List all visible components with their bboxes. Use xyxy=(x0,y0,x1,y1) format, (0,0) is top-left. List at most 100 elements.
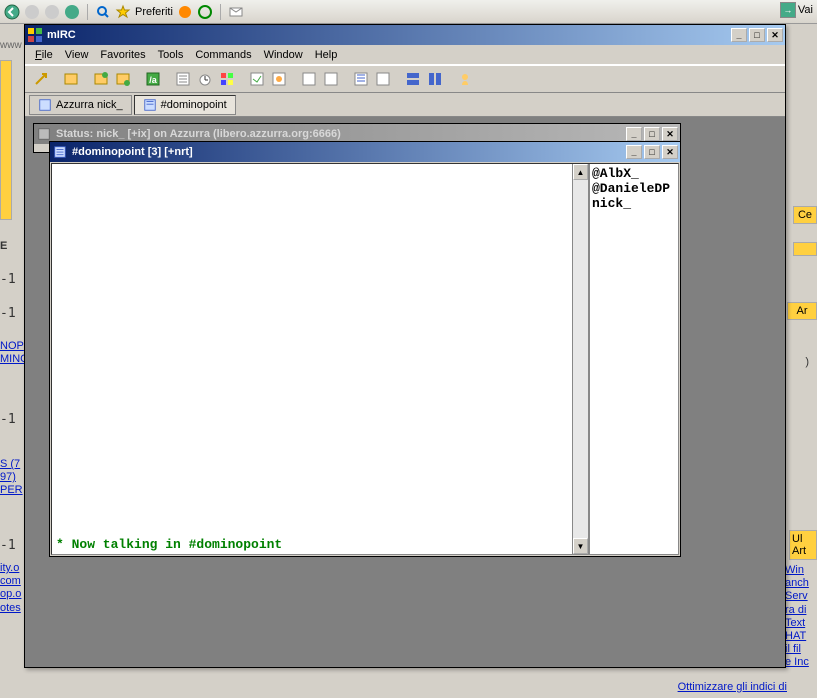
bg-label-ce: Ce xyxy=(793,206,817,224)
app-titlebar[interactable]: mIRC _ □ ✕ xyxy=(25,25,785,45)
tab-label: #dominopoint xyxy=(161,99,227,111)
channel-icon xyxy=(143,98,157,112)
bg-links-left-bottom: ity.o com op.o otes xyxy=(0,562,21,615)
close-button[interactable]: ✕ xyxy=(767,28,783,42)
menu-view[interactable]: View xyxy=(59,47,95,63)
menu-favorites[interactable]: Favorites xyxy=(94,47,151,63)
urls-button[interactable] xyxy=(373,69,393,89)
nicklist-item[interactable]: @AlbX_ xyxy=(592,166,676,181)
bg-link[interactable]: otes xyxy=(0,602,21,615)
notify-button[interactable] xyxy=(351,69,371,89)
bg-e: E xyxy=(0,240,7,252)
chat-scrollbar[interactable]: ▲ ▼ xyxy=(572,164,588,554)
bg-label-ar: Ar xyxy=(787,302,817,320)
menu-help[interactable]: Help xyxy=(309,47,344,63)
bg-paren: ) xyxy=(805,356,809,368)
bg-dash: -1 xyxy=(0,272,16,287)
mdi-client-area: Status: nick_ [+ix] on Azzurra (libero.a… xyxy=(27,117,783,665)
status-minimize-button[interactable]: _ xyxy=(626,127,642,141)
scripts-button[interactable]: /a xyxy=(143,69,163,89)
vai-label: Vai xyxy=(798,4,813,16)
bg-footer-link[interactable]: Ottimizzare gli indici di xyxy=(678,681,787,694)
menubar: File View Favorites Tools Commands Windo… xyxy=(25,45,785,65)
url-fragment: www xyxy=(0,40,22,51)
bg-links-right: Win anch Serv ra di Text HAT il fil e In… xyxy=(785,564,817,670)
channel-window: #dominopoint [3] [+nrt] _ □ ✕ * Now talk… xyxy=(49,141,681,557)
bg-link[interactable]: anch xyxy=(785,577,817,590)
menu-tools[interactable]: Tools xyxy=(152,47,190,63)
bg-dash: -1 xyxy=(0,538,16,553)
nicklist[interactable]: @AlbX_ @DanieleDP nick_ xyxy=(588,164,678,554)
status-title: Status: nick_ [+ix] on Azzurra (libero.a… xyxy=(56,128,341,140)
chat-message: * Now talking in #dominopoint xyxy=(56,537,282,552)
channel-maximize-button[interactable]: □ xyxy=(644,145,660,159)
channel-close-button[interactable]: ✕ xyxy=(662,145,678,159)
mirc-window: mIRC _ □ ✕ File View Favorites Tools Com… xyxy=(24,24,786,668)
menu-commands[interactable]: Commands xyxy=(189,47,257,63)
bg-link[interactable]: 97) xyxy=(0,471,23,484)
switchbar-tab-status[interactable]: Azzurra nick_ xyxy=(29,95,132,115)
channel-titlebar[interactable]: #dominopoint [3] [+nrt] _ □ ✕ xyxy=(50,142,680,162)
bg-link[interactable]: il fil xyxy=(785,643,817,656)
timer-button[interactable] xyxy=(195,69,215,89)
svg-text:/a: /a xyxy=(149,75,158,85)
favorites-button[interactable] xyxy=(91,69,111,89)
back-icon[interactable] xyxy=(4,4,20,20)
dcc-button[interactable] xyxy=(299,69,319,89)
channel-minimize-button[interactable]: _ xyxy=(626,145,642,159)
tile-h-button[interactable] xyxy=(403,69,423,89)
about-button[interactable] xyxy=(455,69,475,89)
status-maximize-button[interactable]: □ xyxy=(644,127,660,141)
favorites-star-icon[interactable] xyxy=(115,4,131,20)
bg-link[interactable]: e Inc xyxy=(785,656,817,669)
scroll-up-button[interactable]: ▲ xyxy=(573,164,588,180)
log-button[interactable] xyxy=(321,69,341,89)
switchbar: Azzurra nick_ #dominopoint xyxy=(25,93,785,117)
chat-area[interactable]: * Now talking in #dominopoint xyxy=(52,164,572,554)
switchbar-tab-channel[interactable]: #dominopoint xyxy=(134,95,236,115)
bg-link[interactable]: S (7 xyxy=(0,458,23,471)
colors-button[interactable] xyxy=(217,69,237,89)
scroll-down-button[interactable]: ▼ xyxy=(573,538,588,554)
bg-link[interactable]: ity.o xyxy=(0,562,21,575)
bg-link[interactable]: Text xyxy=(785,617,817,630)
bg-link[interactable]: Win xyxy=(785,564,817,577)
address-button[interactable] xyxy=(173,69,193,89)
menu-file[interactable]: File xyxy=(29,47,59,63)
bg-link[interactable]: op.o xyxy=(0,588,21,601)
status-close-button[interactable]: ✕ xyxy=(662,127,678,141)
options-button[interactable] xyxy=(61,69,81,89)
channel-title: #dominopoint [3] [+nrt] xyxy=(72,146,193,158)
app-icon xyxy=(27,27,43,43)
stop-icon[interactable] xyxy=(44,4,60,20)
maximize-button[interactable]: □ xyxy=(749,28,765,42)
tile-v-button[interactable] xyxy=(425,69,445,89)
browser-toolbar: Preferiti → Vai xyxy=(0,0,817,24)
history-icon[interactable] xyxy=(197,4,213,20)
bg-link[interactable]: ra di xyxy=(785,604,817,617)
bg-link[interactable]: com xyxy=(0,575,21,588)
bg-dash: -1 xyxy=(0,306,16,321)
forward-icon[interactable] xyxy=(24,4,40,20)
bg-link[interactable]: Serv xyxy=(785,590,817,603)
connect-button[interactable] xyxy=(31,69,51,89)
bg-link[interactable]: HAT xyxy=(785,630,817,643)
refresh-icon[interactable] xyxy=(64,4,80,20)
send-button[interactable] xyxy=(247,69,267,89)
nicklist-item[interactable]: @DanieleDP xyxy=(592,181,676,196)
media-icon[interactable] xyxy=(177,4,193,20)
menu-window[interactable]: Window xyxy=(258,47,309,63)
browser-go-button[interactable]: → xyxy=(780,2,796,18)
mail-icon[interactable] xyxy=(228,4,244,20)
search-icon[interactable] xyxy=(95,4,111,20)
bg-link[interactable]: PER xyxy=(0,484,23,497)
nicklist-item[interactable]: nick_ xyxy=(592,196,676,211)
minimize-button[interactable]: _ xyxy=(731,28,747,42)
channel-icon xyxy=(52,144,68,160)
favorites-label[interactable]: Preferiti xyxy=(135,6,173,18)
bg-label-ul-art: Ul Art xyxy=(789,530,817,560)
channels-button[interactable] xyxy=(113,69,133,89)
chat-button[interactable] xyxy=(269,69,289,89)
status-icon xyxy=(38,98,52,112)
tab-label: Azzurra nick_ xyxy=(56,99,123,111)
